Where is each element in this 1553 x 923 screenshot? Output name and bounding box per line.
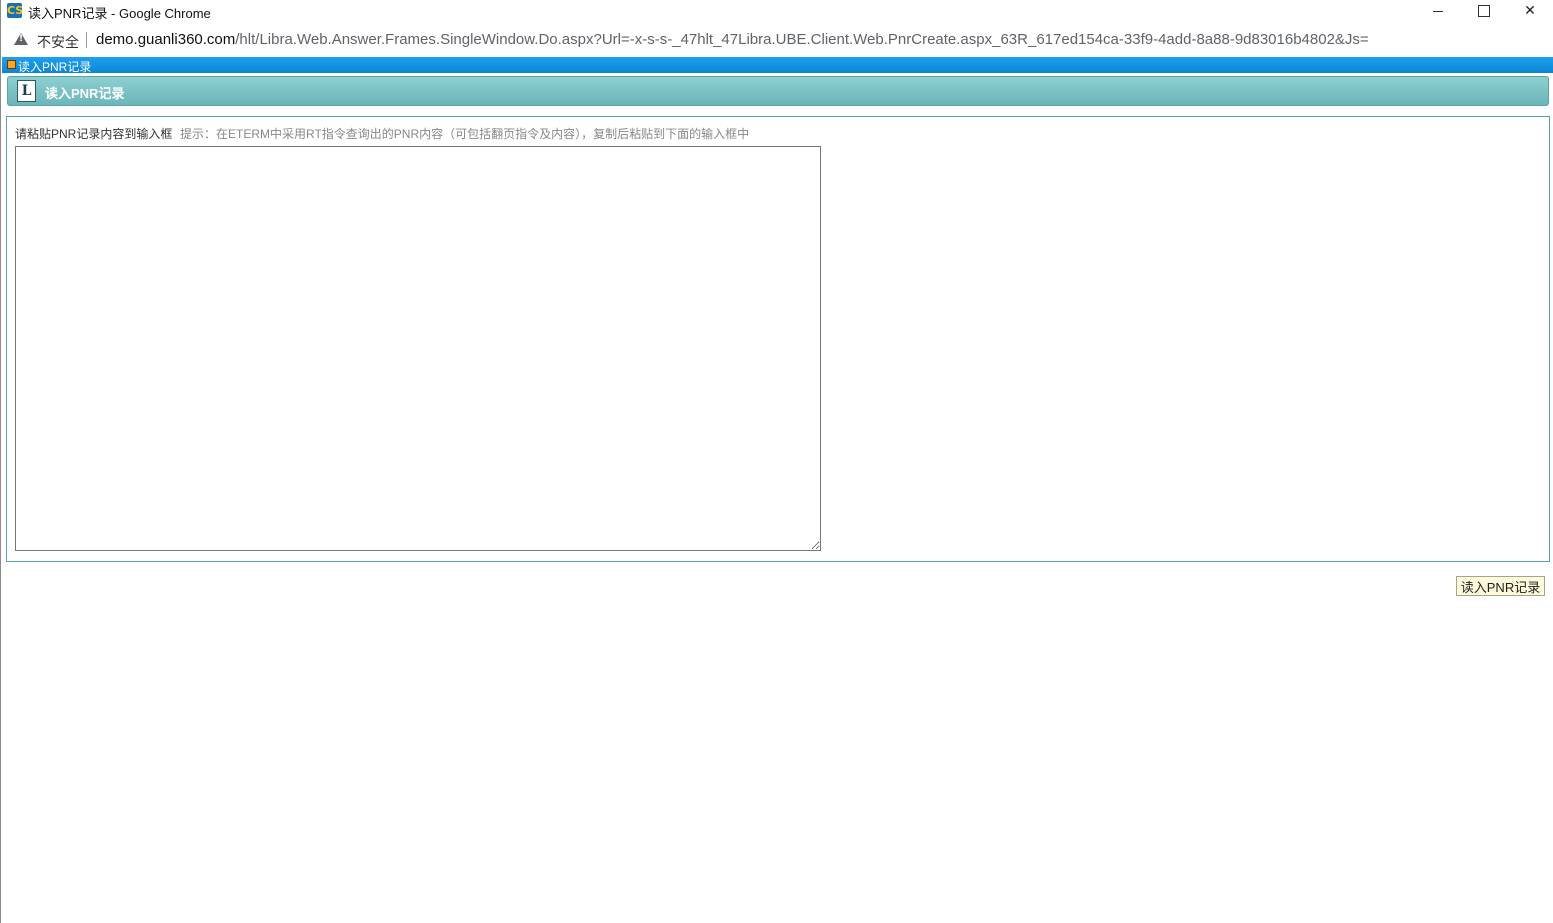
maximize-button[interactable] <box>1461 0 1507 22</box>
url-host: demo.guanli360.com <box>96 31 236 48</box>
pnr-input-label: 请粘贴PNR记录内容到输入框 <box>15 127 173 141</box>
panel-header: L 读入PNR记录 <box>7 76 1549 106</box>
read-pnr-button[interactable]: 读入PNR记录 <box>1456 576 1545 596</box>
panel-title: 读入PNR记录 <box>45 86 125 101</box>
close-icon: ✕ <box>1524 3 1536 19</box>
close-button[interactable]: ✕ <box>1507 0 1553 22</box>
maximize-icon <box>1478 5 1490 17</box>
pnr-form-panel: 请粘贴PNR记录内容到输入框 提示：在ETERM中采用RT指令查询出的PNR内容… <box>6 116 1550 562</box>
minimize-icon <box>1433 10 1443 12</box>
address-separator <box>86 32 87 48</box>
pnr-textarea[interactable] <box>15 146 821 551</box>
url-path: /hlt/Libra.Web.Answer.Frames.SingleWindo… <box>235 31 1369 48</box>
security-status-label[interactable]: 不安全 <box>37 32 79 52</box>
url-text[interactable]: demo.guanli360.com/hlt/Libra.Web.Answer.… <box>96 31 1369 48</box>
browser-title-bar: CS 读入PNR记录 - Google Chrome ✕ <box>1 0 1553 22</box>
window-strip-title: 读入PNR记录 <box>18 60 92 74</box>
app-logo-icon: CS <box>7 3 24 18</box>
window-strip: 读入PNR记录 <box>2 57 1553 74</box>
window-square-icon <box>7 60 16 69</box>
document-icon: L <box>17 80 36 102</box>
pnr-input-hint: 提示：在ETERM中采用RT指令查询出的PNR内容（可包括翻页指令及内容），复制… <box>180 127 750 141</box>
warning-icon[interactable] <box>14 33 28 45</box>
window-title: 读入PNR记录 - Google Chrome <box>28 6 211 21</box>
address-bar[interactable]: 不安全 demo.guanli360.com/hlt/Libra.Web.Ans… <box>1 26 1553 54</box>
minimize-button[interactable] <box>1415 0 1461 22</box>
